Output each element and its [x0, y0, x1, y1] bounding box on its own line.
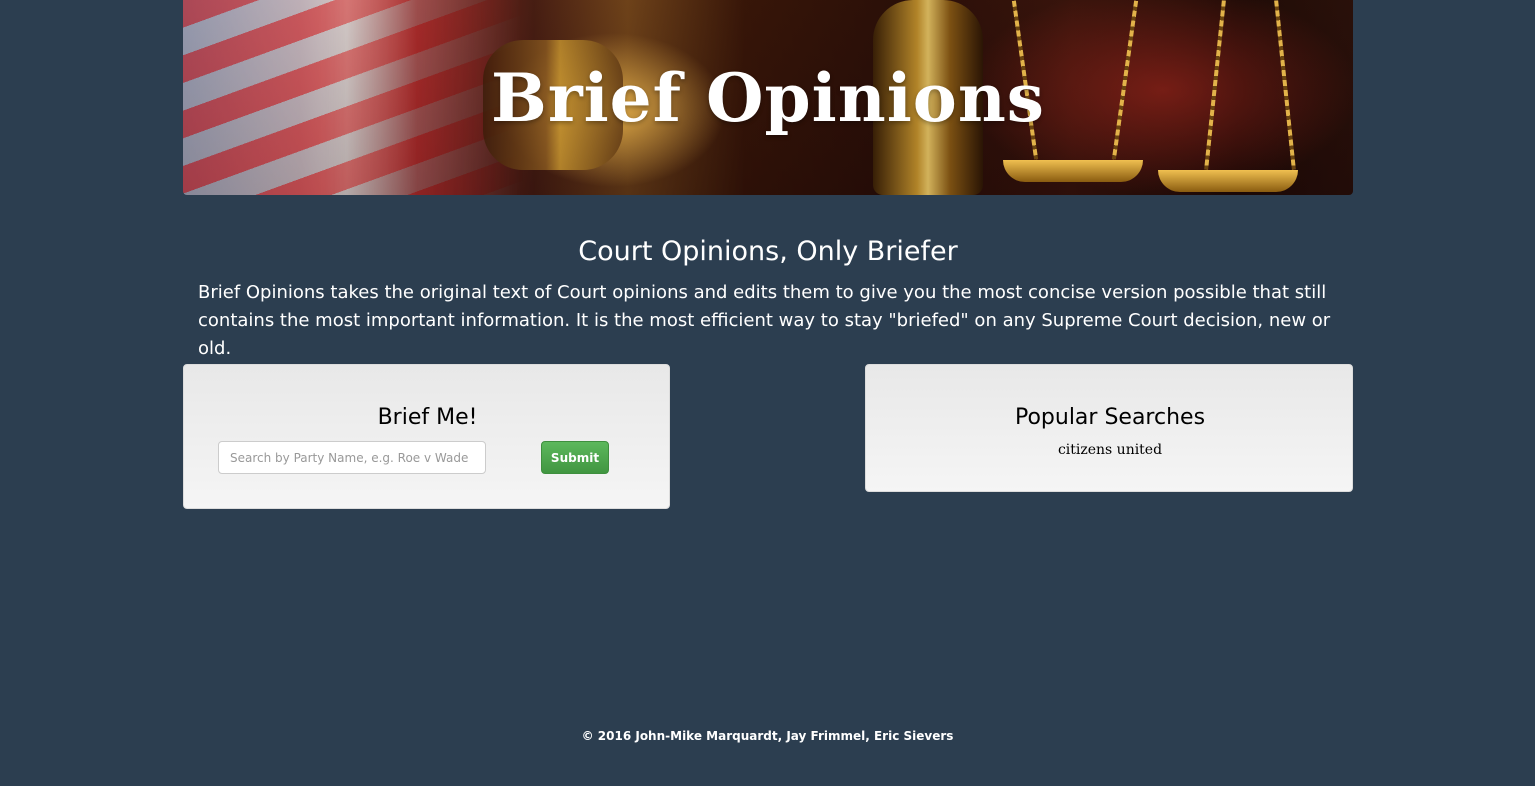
scale-pan [1158, 170, 1298, 192]
search-input[interactable] [218, 441, 486, 474]
popular-search-item[interactable]: citizens united [866, 442, 1354, 458]
search-heading: Brief Me! [377, 405, 478, 430]
footer-copyright: © 2016 John-Mike Marquardt, Jay Frimmel,… [581, 729, 954, 743]
search-panel: Brief Me! Submit [183, 364, 670, 509]
page: Brief Opinions Court Opinions, Only Brie… [0, 0, 1535, 786]
popular-searches-heading: Popular Searches [1014, 405, 1206, 430]
tagline: Court Opinions, Only Briefer [578, 236, 958, 267]
header-banner: Brief Opinions [183, 0, 1353, 195]
popular-searches-panel: Popular Searches citizens united [865, 364, 1353, 492]
site-title: Brief Opinions [491, 59, 1045, 137]
submit-button[interactable]: Submit [541, 441, 609, 474]
intro-description: Brief Opinions takes the original text o… [198, 282, 1331, 359]
scale-pan [1003, 160, 1143, 182]
